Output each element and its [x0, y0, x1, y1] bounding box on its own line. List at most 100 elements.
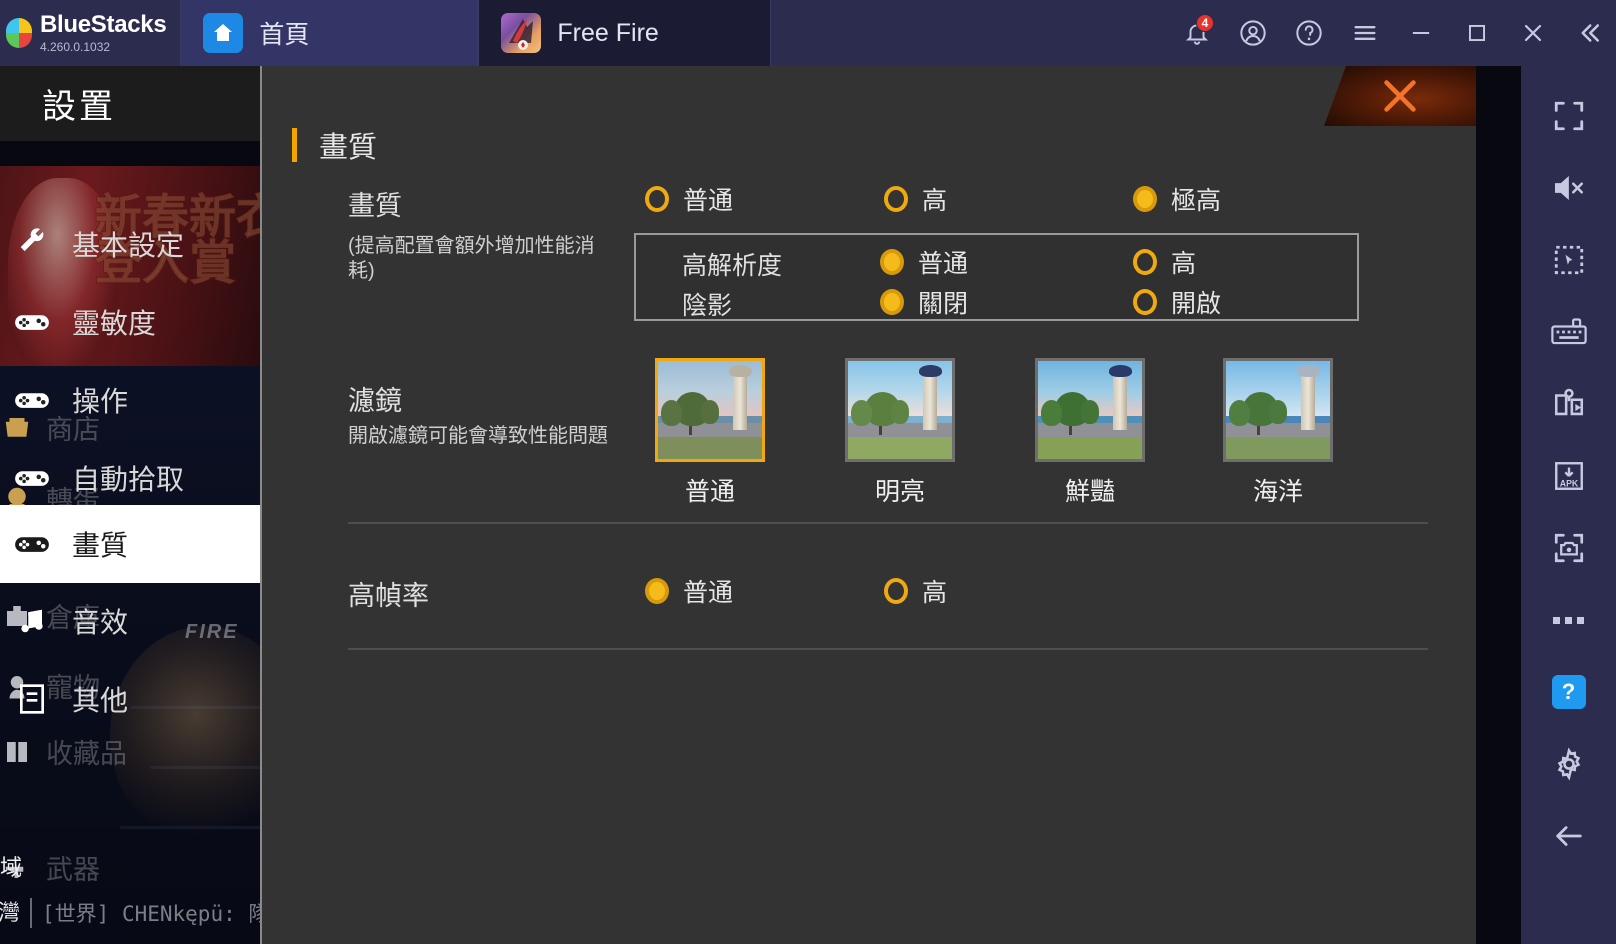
- user-account-icon[interactable]: [1232, 12, 1274, 54]
- filter-thumbnail[interactable]: [1223, 358, 1333, 462]
- divider-bottom: [348, 648, 1428, 650]
- maximize-icon[interactable]: [1456, 12, 1498, 54]
- thumb-tower-top: [728, 364, 752, 377]
- gamepad-icon: [10, 302, 54, 342]
- sidebar-item-auto-pickup[interactable]: 自動拾取: [0, 440, 260, 516]
- help-button-icon[interactable]: ?: [1538, 656, 1600, 728]
- brand-name: BlueStacks: [40, 11, 167, 38]
- quality-label: 畫質: [348, 191, 402, 221]
- free-fire-app-icon: [501, 13, 542, 53]
- thumb-tree: [1080, 400, 1100, 424]
- filter-label-text: 海洋: [1252, 478, 1303, 506]
- gamepad-icon: [10, 380, 54, 420]
- thumb-tree: [851, 400, 872, 426]
- brand-version: 4.260.0.1032: [40, 40, 111, 54]
- radio-icon[interactable]: [884, 186, 908, 212]
- shadow-option-on[interactable]: 開啟: [1133, 284, 1221, 320]
- filter-item-bright[interactable]: 明亮: [845, 358, 955, 508]
- filter-thumbnail[interactable]: [845, 358, 955, 462]
- select-region-icon[interactable]: [1538, 224, 1600, 296]
- minimize-icon[interactable]: [1400, 12, 1442, 54]
- right-toolbar: APK ?: [1521, 66, 1616, 944]
- back-arrow-icon[interactable]: [1538, 800, 1600, 872]
- tab-label: 首頁: [259, 21, 310, 49]
- thumb-tower-top: [1296, 364, 1320, 377]
- settings-gear-icon[interactable]: [1538, 728, 1600, 800]
- filter-item-normal[interactable]: 普通: [655, 358, 765, 508]
- sidebar-item-other[interactable]: 其他: [0, 661, 260, 737]
- sidebar-item-sensitivity[interactable]: 靈敏度: [0, 284, 260, 360]
- home-icon: [203, 13, 244, 53]
- install-apk-icon[interactable]: APK: [1538, 440, 1600, 512]
- titlebar-controls: 4: [1176, 0, 1616, 66]
- bluestacks-logo-icon: [6, 18, 32, 48]
- quality-option-high[interactable]: 高: [884, 181, 947, 217]
- sidebar-item-basic-settings[interactable]: 基本設定: [0, 206, 260, 282]
- sidebar-item-audio[interactable]: 音效: [0, 583, 260, 659]
- thumb-tree: [661, 400, 682, 426]
- hamburger-menu-icon[interactable]: [1344, 12, 1386, 54]
- radio-icon[interactable]: [880, 249, 904, 275]
- framerate-option-label: 高: [922, 579, 948, 607]
- thumb-tower-top: [1108, 364, 1132, 377]
- more-options-icon[interactable]: [1538, 584, 1600, 656]
- close-icon: [1384, 80, 1416, 112]
- close-settings-button[interactable]: [1324, 66, 1476, 126]
- shadow-option-label: 關閉: [918, 290, 969, 318]
- close-icon[interactable]: [1512, 12, 1554, 54]
- collapse-chevrons-icon[interactable]: [1568, 12, 1610, 54]
- radio-icon[interactable]: [1133, 289, 1157, 315]
- quality-option-normal[interactable]: 普通: [645, 181, 733, 217]
- radio-icon[interactable]: [1133, 186, 1157, 212]
- game-viewport: 新春新衣 登入賞 FIRE 商店 轉蛋 倉庫 寵物 收藏品 武器 域 灣 [世界…: [0, 66, 1521, 944]
- tab-label: Free Fire: [557, 18, 659, 47]
- tab-home[interactable]: 首頁: [180, 0, 479, 66]
- notification-bell-icon[interactable]: 4: [1176, 12, 1218, 54]
- radio-icon[interactable]: [645, 578, 669, 604]
- tab-free-fire[interactable]: Free Fire: [478, 0, 772, 66]
- filter-item-ocean[interactable]: 海洋: [1223, 358, 1333, 508]
- sidebar-item-controls[interactable]: 操作: [0, 362, 260, 438]
- thumb-tree: [1268, 400, 1288, 424]
- resolution-option-normal[interactable]: 普通: [880, 244, 968, 280]
- panel-heading: 畫質: [292, 124, 377, 166]
- keyboard-controls-icon[interactable]: [1538, 296, 1600, 368]
- thumb-tower: [732, 368, 748, 430]
- shadow-label: 陰影: [682, 292, 733, 320]
- radio-icon[interactable]: [880, 289, 904, 315]
- framerate-option-high[interactable]: 高: [884, 573, 947, 609]
- resolution-option-label: 普通: [918, 250, 969, 278]
- sidebar-item-label: 音效: [72, 607, 129, 638]
- resolution-option-label: 高: [1171, 250, 1197, 278]
- quality-option-ultra[interactable]: 極高: [1133, 181, 1221, 217]
- thumb-tower: [922, 368, 938, 430]
- resolution-option-high[interactable]: 高: [1133, 244, 1196, 280]
- resolution-label: 高解析度: [682, 252, 783, 280]
- filter-thumbnail[interactable]: [1035, 358, 1145, 462]
- fullscreen-icon[interactable]: [1538, 80, 1600, 152]
- svg-text:APK: APK: [1559, 479, 1578, 489]
- thumb-grass: [658, 437, 762, 459]
- thumb-grass: [848, 437, 952, 459]
- filter-label: 濾鏡: [348, 386, 402, 416]
- framerate-option-normal[interactable]: 普通: [645, 573, 733, 609]
- screenshot-icon[interactable]: [1538, 512, 1600, 584]
- thumb-tower: [1300, 368, 1316, 430]
- mute-volume-icon[interactable]: [1538, 152, 1600, 224]
- sidebar-item-graphics[interactable]: 畫質: [0, 506, 260, 582]
- radio-icon[interactable]: [1133, 249, 1157, 275]
- quality-option-label: 高: [922, 187, 948, 215]
- quality-option-label: 普通: [683, 187, 734, 215]
- thumb-tree: [1229, 400, 1250, 426]
- radio-icon[interactable]: [645, 186, 669, 212]
- macro-recorder-icon[interactable]: [1538, 368, 1600, 440]
- filter-item-vivid[interactable]: 鮮豔: [1035, 358, 1145, 508]
- filter-thumbnail[interactable]: [655, 358, 765, 462]
- help-circle-icon[interactable]: [1288, 12, 1330, 54]
- sidebar-item-label: 其他: [72, 685, 129, 716]
- radio-icon[interactable]: [884, 578, 908, 604]
- thumb-tree: [1041, 400, 1062, 426]
- gamepad-icon: [10, 524, 54, 564]
- shadow-option-off[interactable]: 關閉: [880, 284, 968, 320]
- thumb-tower: [1112, 368, 1128, 430]
